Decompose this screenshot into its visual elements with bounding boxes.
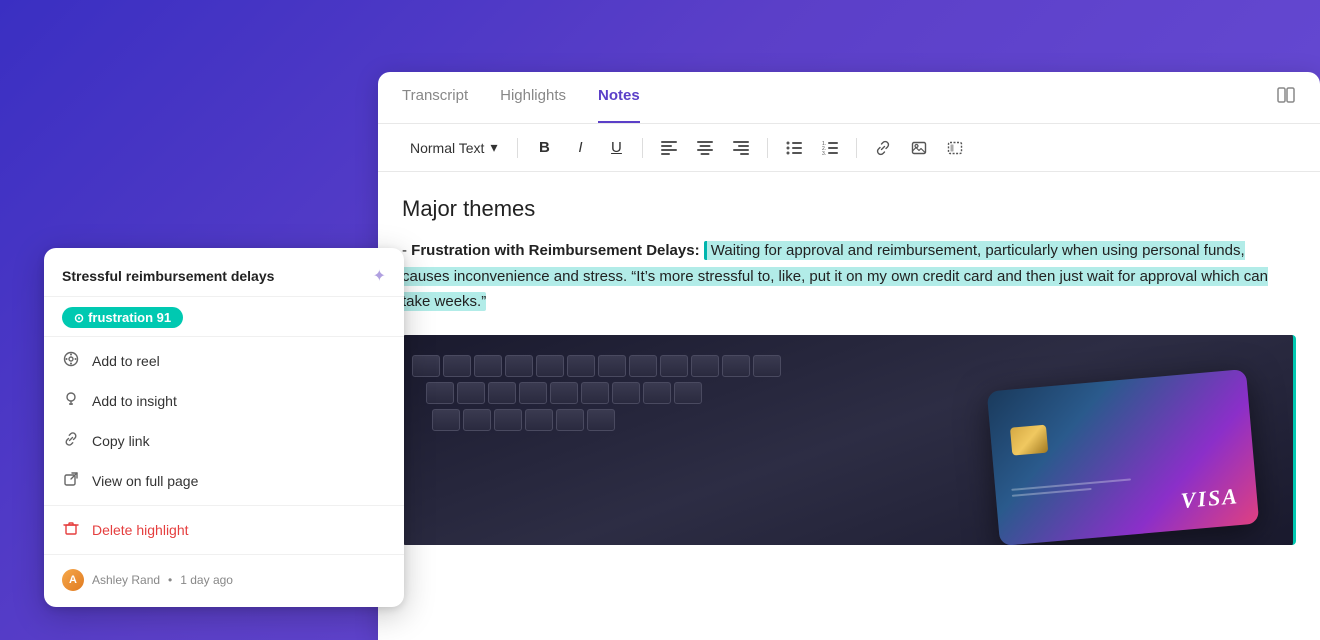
bold-button[interactable]: B (530, 134, 558, 162)
tag-icon: ⊙ (74, 311, 84, 325)
bullet-list-button[interactable] (780, 134, 808, 162)
divider-2 (44, 505, 404, 506)
card-chip (1010, 424, 1048, 455)
footer-dot: • (168, 573, 172, 587)
link-button[interactable] (869, 134, 897, 162)
popup-header: Stressful reimbursement delays ✦ (44, 266, 404, 297)
trash-icon (62, 520, 80, 540)
bold-text: Frustration with Reimbursement Delays: (411, 242, 699, 259)
link-icon (62, 431, 80, 451)
popup-footer: A Ashley Rand • 1 day ago (44, 559, 404, 593)
delete-highlight-label: Delete highlight (92, 522, 189, 538)
embed-button[interactable] (941, 134, 969, 162)
tabs: Transcript Highlights Notes (402, 72, 640, 123)
numbered-list-button[interactable]: 1.2.3. (816, 134, 844, 162)
view-full-page-item[interactable]: View on full page (44, 461, 404, 501)
credit-card-image: VISA (402, 335, 1296, 545)
italic-button[interactable]: I (566, 134, 594, 162)
frustration-tag[interactable]: ⊙ frustration 91 (62, 307, 183, 328)
add-to-insight-label: Add to insight (92, 393, 177, 409)
divider-3 (44, 554, 404, 555)
chevron-down-icon: ▾ (490, 139, 497, 156)
main-panel: Transcript Highlights Notes Normal Text … (378, 72, 1320, 640)
popup-tag-row: ⊙ frustration 91 (44, 297, 404, 332)
formatting-toolbar: Normal Text ▾ B I U 1.2.3. (378, 124, 1320, 172)
toolbar-separator-2 (642, 138, 643, 158)
delete-highlight-item[interactable]: Delete highlight (44, 510, 404, 550)
tab-notes[interactable]: Notes (598, 72, 640, 123)
content-paragraph: - Frustration with Reimbursement Delays:… (402, 238, 1296, 315)
align-right-button[interactable] (727, 134, 755, 162)
external-link-icon (62, 471, 80, 491)
content-heading: Major themes (402, 196, 1296, 222)
footer-user: Ashley Rand (92, 573, 160, 587)
copy-link-label: Copy link (92, 433, 150, 449)
credit-card: VISA (987, 368, 1260, 544)
underline-button[interactable]: U (602, 134, 630, 162)
align-center-button[interactable] (691, 134, 719, 162)
popup-title: Stressful reimbursement delays (62, 268, 365, 284)
card-lines (1011, 478, 1131, 496)
reel-icon (62, 351, 80, 371)
content-area[interactable]: Major themes - Frustration with Reimburs… (378, 172, 1320, 640)
tab-transcript[interactable]: Transcript (402, 72, 468, 123)
toolbar-separator-1 (517, 138, 518, 158)
highlight-popup: Stressful reimbursement delays ✦ ⊙ frust… (44, 248, 404, 607)
view-full-page-label: View on full page (92, 473, 198, 489)
tab-highlights[interactable]: Highlights (500, 72, 566, 123)
copy-link-item[interactable]: Copy link (44, 421, 404, 461)
toolbar-separator-4 (856, 138, 857, 158)
tab-bar: Transcript Highlights Notes (378, 72, 1320, 124)
panel-layout-icon[interactable] (1276, 85, 1296, 110)
svg-text:3.: 3. (822, 151, 826, 155)
align-left-button[interactable] (655, 134, 683, 162)
avatar: A (62, 569, 84, 591)
text-style-label: Normal Text (410, 140, 484, 156)
add-to-reel-item[interactable]: Add to reel (44, 341, 404, 381)
image-button[interactable] (905, 134, 933, 162)
add-to-reel-label: Add to reel (92, 353, 160, 369)
divider-1 (44, 336, 404, 337)
card-visa-logo: VISA (1180, 483, 1240, 514)
credit-card-scene: VISA (402, 335, 1293, 545)
sparkle-icon: ✦ (373, 266, 386, 286)
insight-icon (62, 391, 80, 411)
text-style-dropdown[interactable]: Normal Text ▾ (402, 135, 505, 160)
add-to-insight-item[interactable]: Add to insight (44, 381, 404, 421)
tag-label: frustration 91 (88, 310, 171, 325)
footer-time: 1 day ago (180, 573, 233, 587)
toolbar-separator-3 (767, 138, 768, 158)
